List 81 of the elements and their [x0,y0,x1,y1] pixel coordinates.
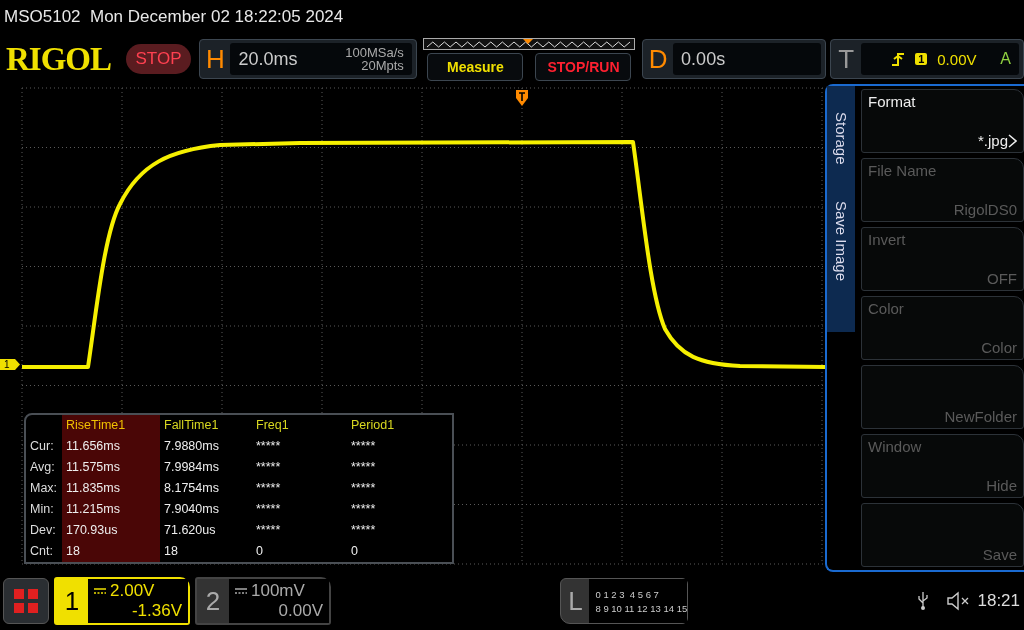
item-value: Color [981,339,1017,356]
logic-channels: 0 1 2 3 4 5 6 7 [595,588,660,600]
table-cell: 170.93us [62,520,160,541]
row-label: Min: [29,501,55,518]
usb-icon [917,591,930,611]
item-label: Format [868,93,917,110]
item-value: OFF [987,270,1017,287]
dc-coupling-icon [235,587,247,595]
table-cell-text: 71.620us [163,522,217,539]
item-label: File Name [868,162,938,179]
menu-button[interactable] [3,578,49,624]
table-cell-text: ***** [255,501,282,518]
item-value: Hide [986,477,1017,494]
row-label: Cur: [29,438,55,455]
column-header[interactable]: RiseTime1 [62,415,160,436]
grid-squares-icon [12,587,40,615]
channel-scale: 100mV [251,581,305,601]
column-header[interactable]: FallTime1 [160,415,252,436]
table-cell-text: 7.9040ms [163,501,220,518]
item-value: Save [982,546,1017,563]
channel-box[interactable]: 1 2.00V -1.36V [54,577,190,625]
stop-run-button[interactable]: STOP/RUN [535,52,632,81]
table-cell: 11.656ms [62,436,160,457]
item-value: RigolDS0 [953,201,1017,218]
table-cell-text: ***** [350,438,377,455]
channel-scale: 2.00V [110,581,155,601]
table-cell-text: ***** [350,480,377,497]
trigger-position-icon [516,90,528,106]
table-cell-text: ***** [255,522,282,539]
item-label: Window [868,438,923,455]
table-cell: 11.575ms [62,457,160,478]
table-cell: 11.835ms [62,478,160,499]
channel-box[interactable]: 2 100mV 0.00V [195,577,331,625]
horizontal-panel[interactable]: H 20.0ms 100MSa/s 20Mpts [199,39,417,79]
item-label: Color [868,300,905,317]
run-status: STOP [125,44,192,74]
row-label: Max: [29,480,59,497]
rising-edge-icon [891,52,906,66]
logic-channels: 8 9 10 11 12 13 14 15 [595,602,688,614]
table-cell-text: 18 [163,543,179,560]
table-cell-text: ***** [255,438,282,455]
row-label: Dev: [29,522,57,539]
measure-button[interactable]: Measure [427,52,524,81]
menu-item[interactable]: Format *.jpg [861,89,1024,153]
chevron-icon [1008,133,1017,148]
source-badge: 1 [915,53,928,65]
table-cell: 11.215ms [62,499,160,520]
column-header[interactable]: Freq1 [252,415,347,436]
logic-panel[interactable]: L 0 1 2 3 4 5 6 7 8 9 10 11 12 13 14 15 [560,578,689,624]
table-cell-text: 7.9880ms [163,438,220,455]
table-cell-text: ***** [350,459,377,476]
menu-title: Storage [832,112,850,165]
item-label: Invert [868,231,907,248]
table-cell: 18 [62,541,160,562]
column-header[interactable]: Period1 [347,415,452,436]
table-cell-text: ***** [350,501,377,518]
title-text: MSO5102 Mon December 02 18:22:05 2024 [4,7,344,27]
delay-panel[interactable]: D 0.00s [642,39,827,79]
table-cell-text: ***** [255,480,282,497]
row-label: Cnt: [29,543,54,560]
clock: 18:21 [977,591,1020,611]
table-cell-text: 7.9984ms [163,459,220,476]
channel-number: 1 [63,584,81,618]
item-value: *.jpg [977,132,1008,149]
channel-offset: -1.36V [131,601,182,621]
table-cell-text: ***** [350,522,377,539]
table-cell-text: 0 [350,543,359,560]
row-label: Avg: [29,459,56,476]
channel-offset: 0.00V [278,601,323,621]
trigger-mode: A [1000,50,1011,68]
channel-number: 2 [204,584,222,618]
table-cell-text: ***** [255,459,282,476]
trigger-panel[interactable]: T 1 0.00V A [830,39,1024,79]
channel-marker[interactable]: 1 [0,359,20,370]
dc-coupling-icon [94,587,106,595]
logo: RIGOL [5,40,113,78]
menu-subtitle: Save Image [832,200,850,281]
table-cell-text: 0 [255,543,264,560]
table-cell-text: 8.1754ms [163,480,220,497]
trigger-level: 0.00V [937,50,977,68]
item-value: NewFolder [944,408,1017,425]
